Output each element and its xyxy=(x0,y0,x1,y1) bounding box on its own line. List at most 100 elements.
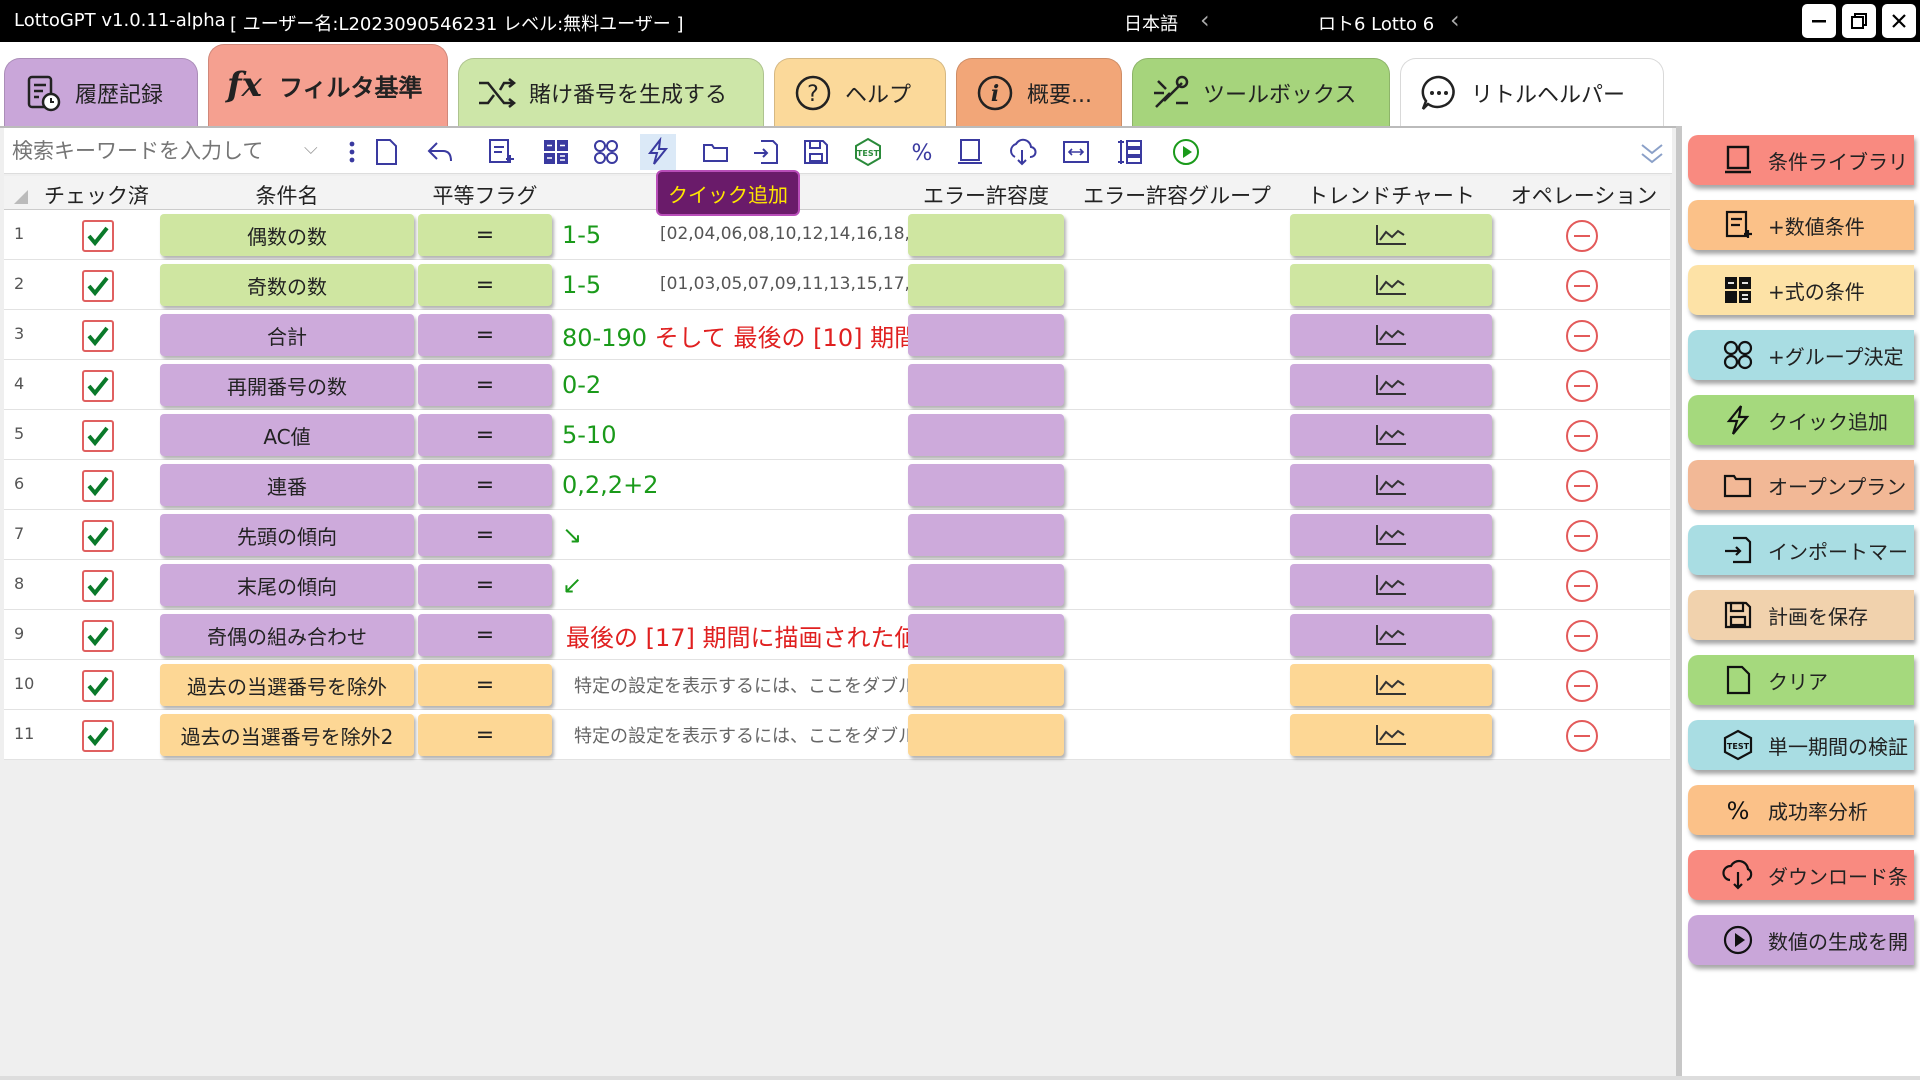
table-row[interactable]: 8 末尾の傾向 = ↙ xyxy=(4,560,1670,610)
tab-help[interactable]: ? ヘルプ xyxy=(774,58,946,126)
header-equality-flag[interactable]: 平等フラグ xyxy=(418,180,552,210)
condition-value[interactable]: 最後の [17] 期間に描画された値を xyxy=(562,618,908,652)
checkbox[interactable] xyxy=(82,720,114,752)
table-row[interactable]: 5 AC値 = 5-10 xyxy=(4,410,1670,460)
equality-flag[interactable]: = xyxy=(418,214,552,256)
table-row[interactable]: 11 過去の当選番号を除外2 = 特定の設定を表示するには、ここをダブル xyxy=(4,710,1670,760)
condition-value[interactable]: 80-190 そして 最後の [10] 期間に xyxy=(562,318,908,352)
condition-name[interactable]: 過去の当選番号を除外 xyxy=(160,664,414,706)
header-error-tolerance-group[interactable]: エラー許容グループ xyxy=(1070,180,1284,210)
remove-row-button[interactable] xyxy=(1566,720,1598,752)
undo-icon[interactable] xyxy=(422,134,458,170)
trend-chart-button[interactable] xyxy=(1290,314,1492,356)
equality-flag[interactable]: = xyxy=(418,514,552,556)
restore-button[interactable] xyxy=(1842,4,1876,38)
condition-name[interactable]: 奇偶の組み合わせ xyxy=(160,614,414,656)
checkbox[interactable] xyxy=(82,670,114,702)
table-row[interactable]: 6 連番 = 0,2,2+2 xyxy=(4,460,1670,510)
formula-icon[interactable] xyxy=(538,134,574,170)
trend-chart-button[interactable] xyxy=(1290,564,1492,606)
side-button[interactable]: クイック追加 xyxy=(1688,395,1914,445)
side-button[interactable]: クリア xyxy=(1688,655,1914,705)
lottery-selector[interactable]: ロト6 Lotto 6 xyxy=(1318,10,1434,36)
table-row[interactable]: 9 奇偶の組み合わせ = 最後の [17] 期間に描画された値を xyxy=(4,610,1670,660)
tab-generate-numbers[interactable]: 賭け番号を生成する xyxy=(458,58,764,126)
error-tolerance[interactable] xyxy=(908,264,1064,306)
table-row[interactable]: 4 再開番号の数 = 0-2 xyxy=(4,360,1670,410)
remove-row-button[interactable] xyxy=(1566,420,1598,452)
side-button[interactable]: インポートマー xyxy=(1688,525,1914,575)
condition-name[interactable]: 偶数の数 xyxy=(160,214,414,256)
tab-overview[interactable]: i 概要... xyxy=(956,58,1122,126)
checkbox[interactable] xyxy=(82,320,114,352)
trend-chart-button[interactable] xyxy=(1290,364,1492,406)
condition-value[interactable]: 0,2,2+2 xyxy=(562,468,908,502)
test-icon[interactable]: TEST xyxy=(850,134,886,170)
trend-chart-button[interactable] xyxy=(1290,664,1492,706)
condition-value[interactable]: ↙ xyxy=(562,568,908,602)
checkbox[interactable] xyxy=(82,420,114,452)
download-icon[interactable] xyxy=(1004,134,1040,170)
checkbox[interactable] xyxy=(82,570,114,602)
resize-width-icon[interactable] xyxy=(1058,134,1094,170)
checkbox[interactable] xyxy=(82,470,114,502)
equality-flag[interactable]: = xyxy=(418,564,552,606)
trend-chart-button[interactable] xyxy=(1290,614,1492,656)
equality-flag[interactable]: = xyxy=(418,314,552,356)
select-all-icon[interactable] xyxy=(14,190,28,204)
equality-flag[interactable]: = xyxy=(418,664,552,706)
equality-flag[interactable]: = xyxy=(418,464,552,506)
remove-row-button[interactable] xyxy=(1566,320,1598,352)
tab-filter-criteria[interactable]: fx フィルタ基準 xyxy=(208,44,448,126)
side-button[interactable]: ダウンロード条 xyxy=(1688,850,1914,900)
condition-name[interactable]: 連番 xyxy=(160,464,414,506)
side-button[interactable]: % 成功率分析 xyxy=(1688,785,1914,835)
tab-little-helper[interactable]: リトルヘルパー xyxy=(1400,58,1664,126)
checkbox[interactable] xyxy=(82,620,114,652)
header-error-tolerance[interactable]: エラー許容度 xyxy=(908,180,1064,210)
number-condition-icon[interactable] xyxy=(482,134,518,170)
error-tolerance[interactable] xyxy=(908,464,1064,506)
trend-chart-button[interactable] xyxy=(1290,264,1492,306)
error-tolerance[interactable] xyxy=(908,714,1064,756)
error-tolerance[interactable] xyxy=(908,614,1064,656)
language-selector[interactable]: 日本語 xyxy=(1124,10,1178,36)
trend-chart-button[interactable] xyxy=(1290,514,1492,556)
checkbox[interactable] xyxy=(82,520,114,552)
percent-icon[interactable]: % xyxy=(904,134,940,170)
condition-value[interactable]: 特定の設定を表示するには、ここをダブル xyxy=(562,668,908,702)
checkbox[interactable] xyxy=(82,220,114,252)
error-tolerance[interactable] xyxy=(908,414,1064,456)
error-tolerance[interactable] xyxy=(908,364,1064,406)
remove-row-button[interactable] xyxy=(1566,620,1598,652)
condition-name[interactable]: 末尾の傾向 xyxy=(160,564,414,606)
equality-flag[interactable]: = xyxy=(418,714,552,756)
close-button[interactable] xyxy=(1882,4,1916,38)
column-settings-icon[interactable] xyxy=(1112,134,1148,170)
folder-icon[interactable] xyxy=(698,134,734,170)
remove-row-button[interactable] xyxy=(1566,470,1598,502)
table-row[interactable]: 2 奇数の数 = 1-5 [01,03,05,07,09,11,13,15,17,19 xyxy=(4,260,1670,310)
library-icon[interactable] xyxy=(952,134,988,170)
header-condition-name[interactable]: 条件名 xyxy=(160,180,414,210)
trend-chart-button[interactable] xyxy=(1290,414,1492,456)
trend-chart-button[interactable] xyxy=(1290,464,1492,506)
side-button[interactable]: +数値条件 xyxy=(1688,200,1914,250)
play-icon[interactable] xyxy=(1168,134,1204,170)
condition-value[interactable]: 特定の設定を表示するには、ここをダブル xyxy=(562,718,908,752)
more-options-icon[interactable] xyxy=(334,134,370,170)
group-icon[interactable] xyxy=(588,134,624,170)
equality-flag[interactable]: = xyxy=(418,264,552,306)
table-row[interactable]: 1 偶数の数 = 1-5 [02,04,06,08,10,12,14,16,18,20 xyxy=(4,210,1670,260)
equality-flag[interactable]: = xyxy=(418,414,552,456)
side-button[interactable]: 条件ライブラリ xyxy=(1688,135,1914,185)
remove-row-button[interactable] xyxy=(1566,270,1598,302)
remove-row-button[interactable] xyxy=(1566,220,1598,252)
chevron-left-icon[interactable]: ‹ xyxy=(1200,6,1210,34)
condition-name[interactable]: 過去の当選番号を除外2 xyxy=(160,714,414,756)
side-button[interactable]: +式の条件 xyxy=(1688,265,1914,315)
minimize-button[interactable] xyxy=(1802,4,1836,38)
checkbox[interactable] xyxy=(82,370,114,402)
search-input[interactable] xyxy=(12,136,330,166)
table-row[interactable]: 7 先頭の傾向 = ↘ xyxy=(4,510,1670,560)
